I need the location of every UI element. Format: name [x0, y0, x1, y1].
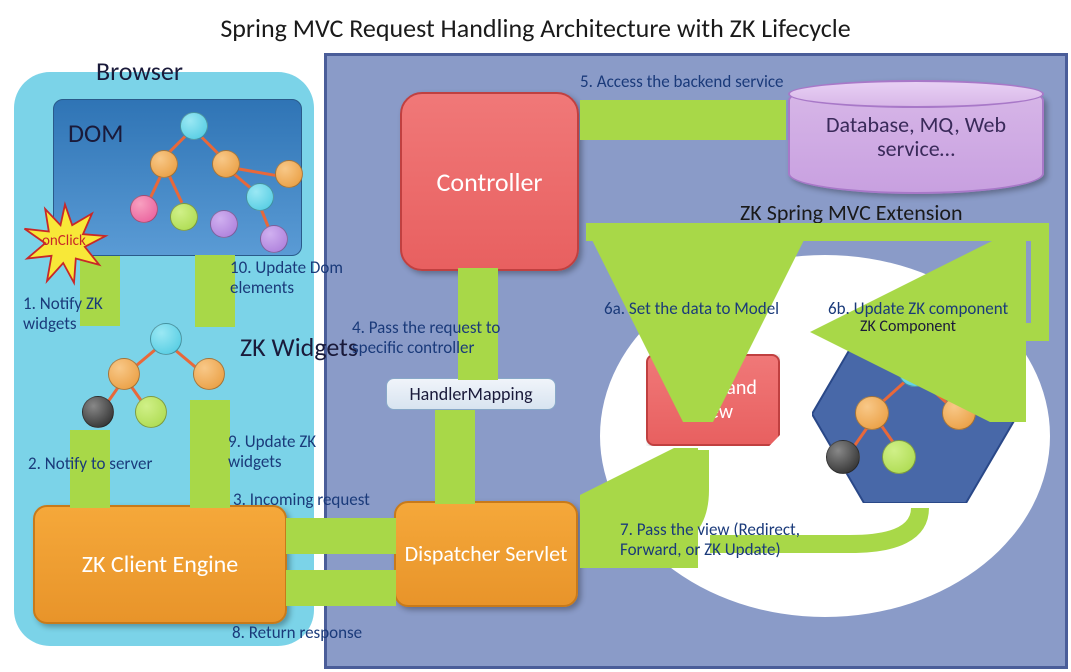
step-1-label: 1. Notify ZK widgets	[23, 294, 123, 335]
dispatcher-text: Dispatcher Servlet	[405, 541, 568, 567]
arrow-8-return-response	[286, 570, 396, 606]
handler-mapping-box: HandlerMapping	[386, 378, 556, 410]
step-2-label: 2. Notify to server	[28, 454, 152, 474]
dispatcher-servlet-box: Dispatcher Servlet	[394, 501, 578, 607]
database-cylinder: Database, MQ, Web service…	[788, 80, 1044, 194]
arrow-10-update-dom	[195, 255, 235, 327]
step-9-label: 9. Update ZK widgets	[228, 432, 338, 473]
diagram-title: Spring MVC Request Handling Architecture…	[0, 12, 1071, 44]
zk-widgets-label: ZK Widgets	[240, 333, 358, 362]
database-text: Database, MQ, Web service…	[790, 113, 1042, 161]
step-6a-label: 6a. Set the data to Model	[604, 299, 779, 319]
step-10-label: 10. Update Dom elements	[230, 258, 350, 299]
step-5-label: 5. Access the backend service	[580, 72, 784, 92]
arrow-dispatcher-to-handler	[435, 410, 475, 504]
dom-label: DOM	[68, 117, 123, 149]
arrow-9-update-widgets	[190, 400, 230, 508]
zk-component-label: ZK Component	[860, 317, 956, 336]
step-8-label: 8. Return response	[232, 623, 362, 643]
zk-widgets-text: ZK Widgets	[240, 331, 358, 363]
controller-box: Controller	[400, 92, 579, 271]
step-4-label: 4. Pass the request to specific controll…	[352, 318, 512, 359]
arrow-3-incoming-request	[286, 518, 396, 554]
step-3-label: 3. Incoming request	[233, 490, 370, 510]
arrow-5-access-backend	[580, 100, 786, 140]
onclick-label: onClick	[42, 232, 86, 250]
arrow-6-extension	[580, 222, 1060, 422]
zk-client-engine-box: ZK Client Engine	[33, 505, 287, 624]
browser-label: Browser	[96, 55, 183, 87]
step-7-label: 7. Pass the view (Redirect, Forward, or …	[620, 520, 830, 561]
